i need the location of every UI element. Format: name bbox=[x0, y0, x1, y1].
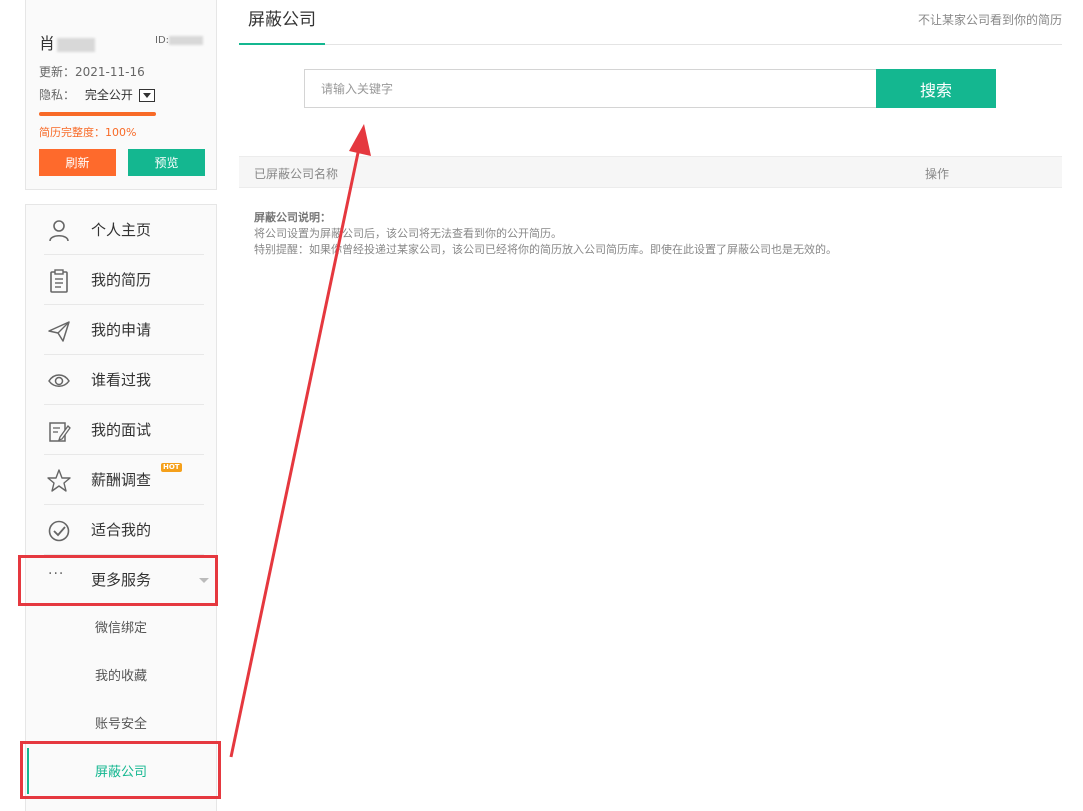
sidebar-item-more-services[interactable]: ··· 更多服务 bbox=[44, 555, 209, 605]
clipboard-icon bbox=[50, 269, 68, 293]
tab-bar: 屏蔽公司 不让某家公司看到你的简历 bbox=[239, 0, 1062, 45]
annotation-arrow-head bbox=[349, 124, 371, 156]
sidebar-item-label: 薪酬调查 bbox=[91, 471, 152, 489]
more-dots-icon: ··· bbox=[48, 566, 65, 582]
check-circle-icon bbox=[48, 520, 70, 542]
preview-button[interactable]: 预览 bbox=[128, 149, 205, 176]
sidebar-item-viewers[interactable]: 谁看过我 bbox=[44, 355, 204, 405]
star-icon bbox=[47, 469, 71, 492]
blurred-name bbox=[57, 37, 96, 52]
sidebar-item-label: 我的简历 bbox=[91, 271, 152, 289]
sidebar-item-label: 我的申请 bbox=[91, 321, 152, 339]
profile-update-date: 更新：2021-11-16 bbox=[39, 65, 145, 79]
privacy-label: 隐私： bbox=[39, 88, 76, 102]
paper-plane-icon bbox=[48, 321, 70, 342]
search-input[interactable] bbox=[304, 69, 876, 108]
refresh-button[interactable]: 刷新 bbox=[39, 149, 116, 176]
tab-hint: 不让某家公司看到你的简历 bbox=[917, 13, 1062, 27]
tab-block-companies[interactable]: 屏蔽公司 bbox=[239, 8, 325, 45]
sidebar-item-salary-survey[interactable]: 薪酬调查 HOT bbox=[44, 455, 204, 505]
edit-icon bbox=[49, 422, 71, 442]
profile-id: ID: bbox=[155, 35, 204, 46]
sub-item-block-companies[interactable]: 屏蔽公司 bbox=[26, 749, 216, 797]
sidebar-item-label: 谁看过我 bbox=[91, 371, 152, 389]
sidebar-item-interviews[interactable]: 我的面试 bbox=[44, 405, 204, 455]
sidebar-item-label: 个人主页 bbox=[91, 221, 152, 239]
eye-icon bbox=[48, 374, 70, 387]
completeness-progress-bar bbox=[39, 112, 156, 116]
completeness-progress-fill bbox=[39, 112, 156, 116]
block-notes: 屏蔽公司说明： 将公司设置为屏蔽公司后，该公司将无法查看到你的公开简历。 特别提… bbox=[254, 210, 837, 258]
hot-badge: HOT bbox=[161, 463, 182, 472]
profile-completeness: 简历完整度：100% bbox=[39, 126, 137, 139]
chevron-down-icon[interactable] bbox=[138, 89, 155, 102]
person-icon bbox=[49, 220, 69, 242]
notes-line: 将公司设置为屏蔽公司后，该公司将无法查看到你的公开简历。 bbox=[254, 227, 562, 240]
notes-title: 屏蔽公司说明： bbox=[254, 211, 331, 224]
sub-item-account-security[interactable]: 账号安全 bbox=[26, 701, 216, 749]
profile-name: 肖 bbox=[39, 30, 96, 54]
sidebar-item-recommended[interactable]: 适合我的 bbox=[44, 505, 204, 555]
blurred-id bbox=[169, 35, 204, 45]
profile-card: 肖 ID: 更新：2021-11-16 隐私： 完全公开 简历完整度：100% … bbox=[25, 0, 217, 190]
sidebar-menu: 个人主页 我的简历 我的申请 谁看过我 我的面试 薪酬调查 HOT 适合我的 ·… bbox=[25, 204, 217, 811]
column-header-company-name: 已屏蔽公司名称 bbox=[254, 167, 339, 181]
notes-line: 特别提醒：如果你曾经投递过某家公司，该公司已经将你的简历放入公司简历库。即使在此… bbox=[254, 243, 837, 256]
sidebar-item-label: 适合我的 bbox=[91, 521, 152, 539]
sidebar-item-resume[interactable]: 我的简历 bbox=[44, 255, 204, 305]
sidebar-item-label: 我的面试 bbox=[91, 421, 152, 439]
column-header-operation: 操作 bbox=[925, 167, 950, 181]
sub-item-wechat-binding[interactable]: 微信绑定 bbox=[26, 605, 216, 653]
sidebar-item-applications[interactable]: 我的申请 bbox=[44, 305, 204, 355]
profile-privacy: 隐私： 完全公开 bbox=[39, 86, 155, 103]
chevron-down-icon bbox=[199, 578, 209, 583]
sidebar-item-home[interactable]: 个人主页 bbox=[44, 205, 204, 255]
privacy-select[interactable]: 完全公开 bbox=[85, 86, 155, 103]
search-button[interactable]: 搜索 bbox=[876, 69, 996, 108]
active-indicator bbox=[27, 748, 29, 794]
sub-item-favorites[interactable]: 我的收藏 bbox=[26, 653, 216, 701]
blocked-companies-table-header: 已屏蔽公司名称 操作 bbox=[239, 156, 1062, 188]
sidebar-item-label: 更多服务 bbox=[91, 571, 152, 589]
